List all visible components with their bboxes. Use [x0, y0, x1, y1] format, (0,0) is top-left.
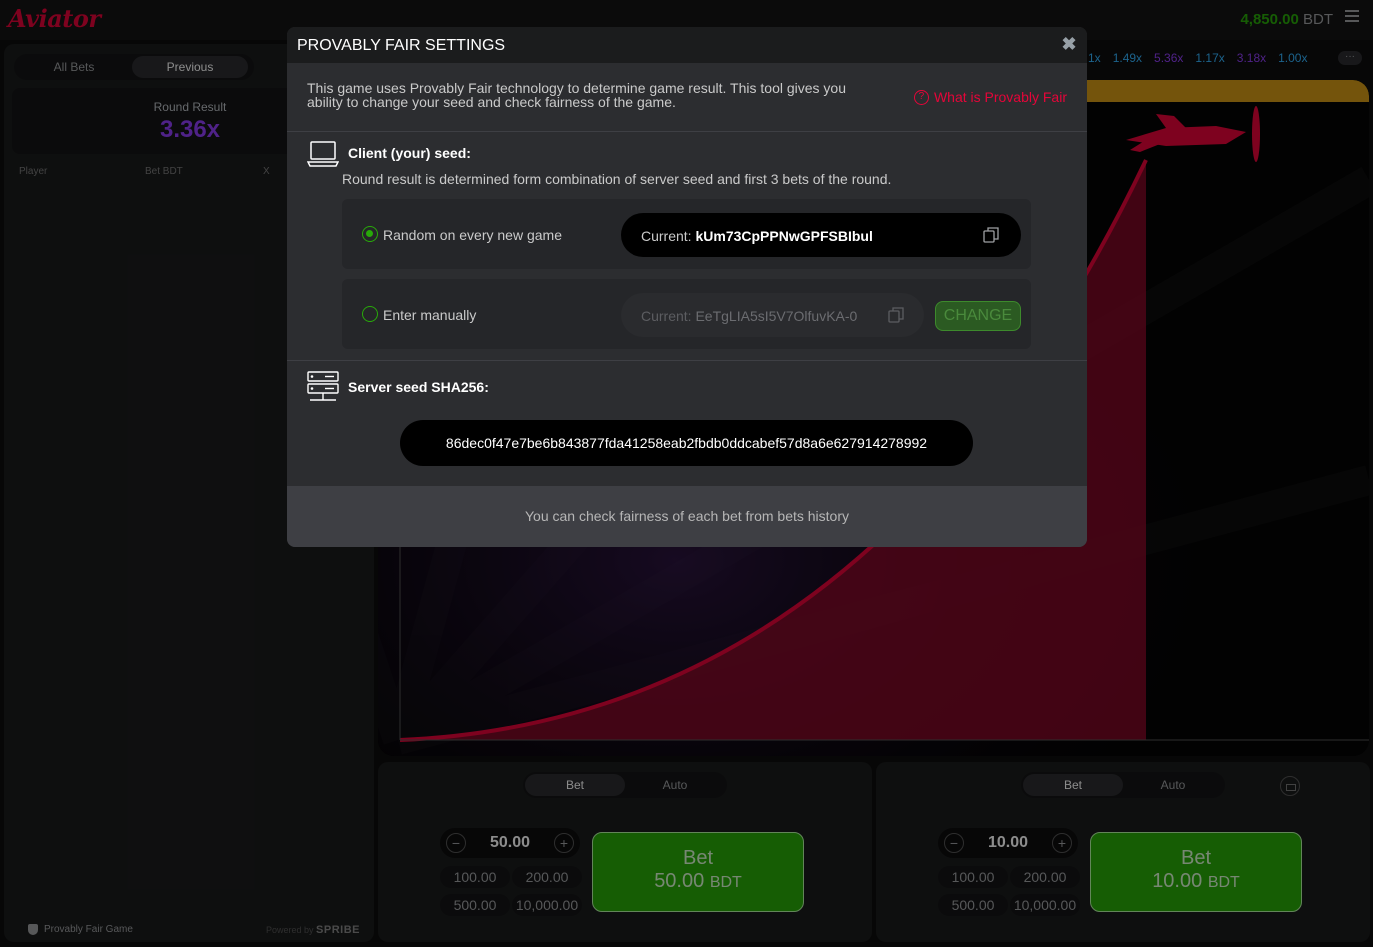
random-seed-value: kUm73CpPPNwGPFSBIbul — [695, 228, 873, 244]
laptop-icon — [307, 141, 339, 167]
intro-text: This game uses Provably Fair technology … — [307, 81, 897, 109]
intro-line: This game uses Provably Fair technology … — [307, 80, 846, 96]
manual-seed-input[interactable]: Current: EeTgLIA5sI5V7OlfuvKA-0 — [621, 293, 924, 337]
server-seed-title: Server seed SHA256: — [348, 379, 489, 395]
copy-icon[interactable] — [983, 227, 999, 243]
what-is-provably-fair-link[interactable]: ? What is Provably Fair — [913, 89, 1067, 105]
client-seed-title: Client (your) seed: — [348, 145, 471, 161]
random-option-label: Random on every new game — [383, 227, 562, 243]
server-icon — [307, 371, 339, 401]
server-seed-hash: 86dec0f47e7be6b843877fda41258eab2fbdb0dd… — [400, 420, 973, 466]
provably-fair-modal: PROVABLY FAIR SETTINGS ✖ This game uses … — [287, 27, 1087, 547]
random-seed-option[interactable]: Random on every new game Current: kUm73C… — [342, 199, 1031, 269]
intro-line: ability to change your seed and check fa… — [307, 94, 676, 110]
current-label: Current: — [641, 308, 692, 324]
change-seed-button[interactable]: CHANGE — [935, 301, 1021, 331]
manual-seed-value: EeTgLIA5sI5V7OlfuvKA-0 — [695, 308, 858, 324]
close-icon[interactable]: ✖ — [1061, 35, 1077, 53]
divider — [287, 131, 1087, 132]
manual-option-label: Enter manually — [383, 307, 477, 323]
manual-radio[interactable] — [362, 306, 378, 322]
manual-seed-option[interactable]: Enter manually Current: EeTgLIA5sI5V7Olf… — [342, 279, 1031, 349]
random-radio[interactable] — [362, 226, 378, 242]
divider — [287, 360, 1087, 361]
modal-header: PROVABLY FAIR SETTINGS ✖ — [287, 27, 1087, 63]
modal-title: PROVABLY FAIR SETTINGS — [297, 37, 506, 54]
current-random-seed: Current: kUm73CpPPNwGPFSBIbul — [621, 213, 1021, 257]
question-icon: ? — [913, 89, 929, 105]
modal-footer-note: You can check fairness of each bet from … — [287, 486, 1087, 547]
client-seed-description: Round result is determined form combinat… — [342, 171, 892, 187]
current-label: Current: — [641, 228, 692, 244]
copy-icon[interactable] — [888, 307, 904, 323]
what-link-label: What is Provably Fair — [933, 89, 1067, 105]
